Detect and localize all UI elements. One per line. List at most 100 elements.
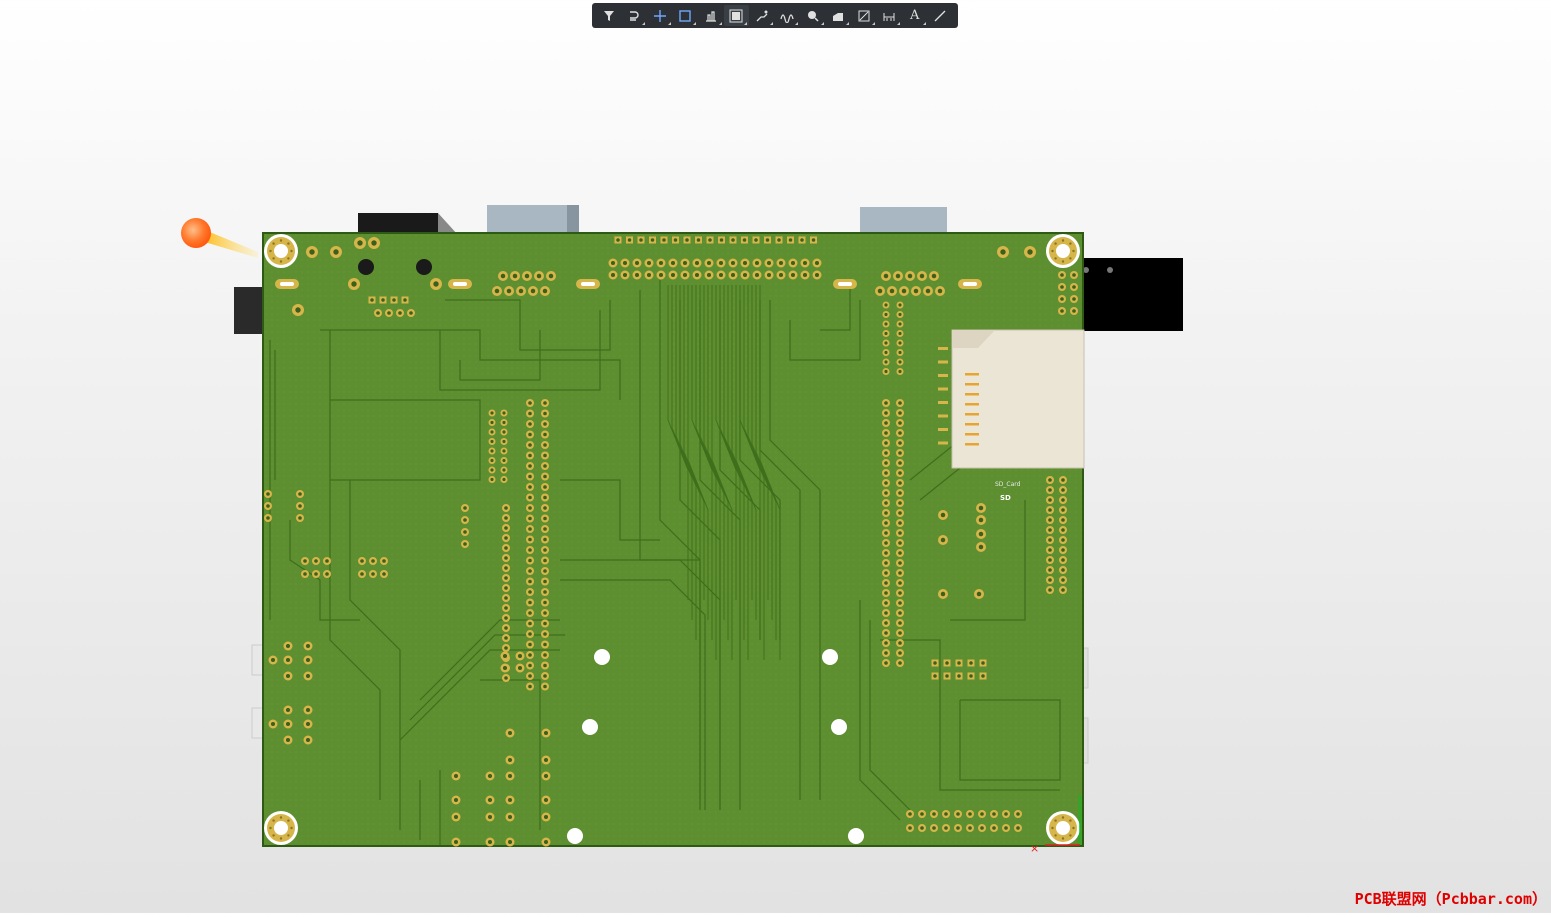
column-pad [882, 499, 890, 507]
dropdown-corner-icon [642, 22, 645, 25]
header-pad [716, 258, 726, 268]
pad [942, 810, 950, 818]
column-pad [882, 311, 890, 318]
add-button[interactable] [647, 5, 673, 26]
line-button[interactable] [928, 5, 954, 26]
header-pad [632, 258, 642, 268]
column-pad [526, 430, 534, 439]
column-pad [488, 457, 496, 464]
column-pad [488, 409, 496, 417]
square-pad [931, 659, 939, 667]
column-pad [541, 441, 549, 449]
column-pad [526, 588, 534, 596]
polygon-fill-button[interactable] [826, 5, 852, 26]
column-pad [1046, 566, 1054, 574]
header-pad [608, 258, 618, 268]
column-pad [526, 577, 534, 586]
column-pad [541, 651, 549, 659]
column-pad [882, 559, 890, 567]
column-pad [882, 349, 890, 356]
dropdown-corner-icon [846, 22, 849, 25]
column-pad [882, 599, 890, 607]
column-pad [502, 574, 510, 582]
column-pad [541, 399, 549, 407]
usb-pad [1070, 307, 1078, 315]
pad [974, 589, 984, 599]
pad [430, 278, 442, 290]
column-pad [1059, 496, 1067, 504]
column-pad [896, 599, 904, 607]
column-pad [882, 429, 890, 437]
rectangle-select-button[interactable] [673, 5, 699, 26]
column-pad [526, 630, 534, 638]
column-pad [500, 438, 508, 445]
pad [976, 542, 986, 552]
column-pad [1059, 586, 1067, 594]
dropdown-corner-icon [667, 22, 671, 25]
region-button[interactable] [851, 5, 877, 26]
mounting-hole [264, 811, 298, 845]
usb-pad [1058, 295, 1066, 303]
column-pad [541, 514, 549, 523]
slot-pad [275, 279, 299, 289]
mounting-hole [1046, 811, 1080, 845]
vga-pad [887, 286, 897, 296]
vga-pad [923, 286, 933, 296]
usb-pad [1058, 307, 1066, 315]
text-button[interactable]: A [902, 5, 928, 26]
column-pad [882, 479, 890, 487]
pad [515, 651, 525, 661]
column-pad [461, 516, 469, 524]
pad [505, 755, 515, 765]
pad [541, 837, 551, 847]
column-pad [896, 539, 904, 547]
text-icon: A [910, 8, 920, 23]
header-pad [692, 270, 702, 280]
column-pad [296, 514, 304, 522]
column-pad [896, 619, 904, 627]
header-pad [644, 258, 654, 268]
column-pad [541, 462, 549, 470]
header-pad [608, 270, 618, 280]
pad [1002, 810, 1010, 818]
column-pad [296, 490, 304, 498]
column-pad [882, 459, 890, 467]
pcb-3d-viewport[interactable]: SD_Card SD × [0, 0, 1551, 913]
column-pad [502, 524, 510, 532]
column-pad [526, 409, 534, 418]
dropdown-corner-icon [820, 22, 824, 25]
column-pad [500, 409, 508, 417]
column-pad [882, 509, 890, 517]
pad [515, 663, 525, 673]
vga-pad [522, 271, 532, 281]
usb-pad [1070, 283, 1078, 291]
filter-button[interactable] [596, 5, 622, 26]
column-pad [882, 659, 890, 667]
pad [303, 641, 313, 651]
column-pad [1059, 486, 1067, 494]
column-pad [896, 639, 904, 647]
place-via-button[interactable] [800, 5, 826, 26]
dimension-button[interactable] [877, 5, 903, 26]
power-jack [358, 213, 438, 235]
column-pad [882, 469, 890, 477]
pad [292, 304, 304, 316]
align-button[interactable] [698, 5, 724, 26]
pad [283, 735, 293, 745]
column-pad [526, 619, 534, 628]
component-button[interactable] [723, 5, 749, 26]
pad [354, 237, 366, 249]
tune-length-button[interactable] [775, 5, 801, 26]
interactive-route-button[interactable] [749, 5, 775, 26]
column-pad [882, 449, 890, 457]
pad [368, 237, 380, 249]
column-pad [882, 330, 890, 337]
pad [976, 515, 986, 525]
column-pad [526, 546, 534, 554]
header-pad [704, 258, 714, 268]
column-pad [1046, 496, 1054, 504]
route-button[interactable] [622, 5, 648, 26]
column-pad [896, 649, 904, 657]
column-pad [461, 528, 469, 536]
pcb-board-view[interactable]: SD_Card SD × [0, 0, 1551, 913]
